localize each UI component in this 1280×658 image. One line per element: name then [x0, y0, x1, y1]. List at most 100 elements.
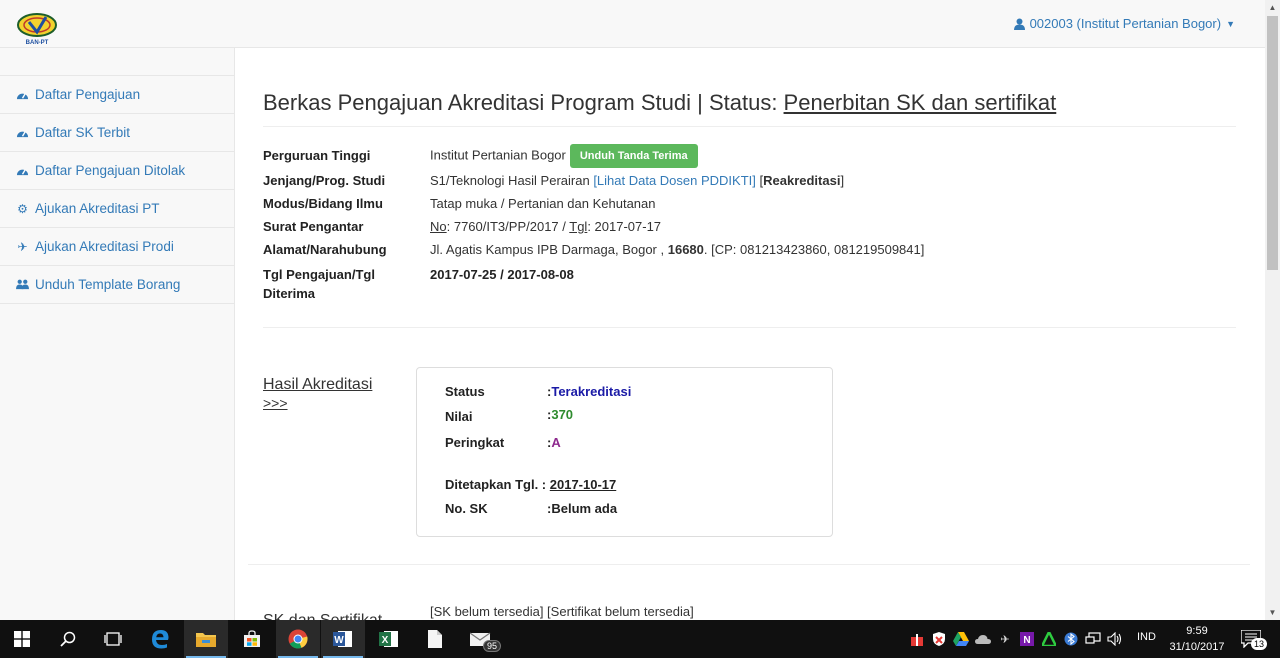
info-value: S1/Teknologi Hasil Perairan [Lihat Data …	[430, 173, 844, 188]
info-row-modus: Modus/Bidang Ilmu Tatap muka / Pertanian…	[263, 192, 1237, 215]
clock-date: 31/10/2017	[1169, 641, 1225, 653]
ban-pt-logo[interactable]: BAN-PT	[16, 12, 58, 46]
excel-taskbar-button[interactable]: X	[367, 620, 411, 658]
divider	[263, 327, 1236, 328]
gift-icon[interactable]	[908, 630, 926, 648]
word-taskbar-button[interactable]: W	[321, 620, 365, 658]
sidebar-item-label: Ajukan Akreditasi Prodi	[35, 239, 174, 254]
svg-text:X: X	[382, 635, 389, 646]
vertical-scrollbar[interactable]: ▲ ▼	[1265, 0, 1280, 620]
svg-text:BAN-PT: BAN-PT	[26, 40, 49, 46]
onedrive-icon[interactable]	[974, 630, 992, 648]
user-menu-label: 002003 (Institut Pertanian Bogor)	[1029, 16, 1222, 31]
info-row-alamat: Alamat/Narahubung Jl. Agatis Kampus IPB …	[263, 238, 1237, 261]
users-icon	[16, 279, 29, 290]
notepad-icon	[428, 630, 442, 648]
chrome-taskbar-button[interactable]	[276, 620, 320, 658]
edge-taskbar-button[interactable]	[138, 620, 182, 658]
nilai-value: 370	[551, 407, 574, 422]
info-row-tgl: Tgl Pengajuan/Tgl Diterima 2017-07-25 / …	[263, 265, 1237, 303]
hasil-akreditasi-panel: Status : Terakreditasi Nilai : 370 Perin…	[416, 367, 833, 537]
sidebar-item-label: Unduh Template Borang	[35, 277, 181, 292]
language-indicator[interactable]: IND	[1137, 631, 1156, 643]
peringkat-value: A	[551, 435, 561, 450]
hasil-label: Ditetapkan Tgl. :	[445, 477, 547, 492]
search-icon	[60, 631, 76, 647]
file-explorer-taskbar-button[interactable]	[184, 620, 228, 658]
jenjang-value: S1/Teknologi Hasil Perairan	[430, 173, 594, 188]
divider	[248, 564, 1250, 565]
plane-tray-icon[interactable]: ✈	[996, 630, 1014, 648]
action-center-button[interactable]: 13	[1238, 626, 1268, 652]
info-value: No: 7760/IT3/PP/2017 / Tgl: 2017-07-17	[430, 219, 661, 234]
scroll-thumb[interactable]	[1267, 16, 1278, 270]
alamat-value: Jl. Agatis Kampus IPB Darmaga, Bogor ,	[430, 242, 668, 257]
sidebar-item-daftar-sk-terbit[interactable]: Daftar SK Terbit	[0, 114, 234, 152]
chrome-icon	[288, 629, 308, 649]
sidebar-item-daftar-pengajuan[interactable]: Daftar Pengajuan	[0, 76, 234, 114]
shield-icon[interactable]	[930, 630, 948, 648]
sidebar: Daftar Pengajuan Daftar SK Terbit Daftar…	[0, 48, 235, 620]
user-menu-dropdown[interactable]: 002003 (Institut Pertanian Bogor) ▼	[1013, 16, 1235, 31]
info-row-surat: Surat Pengantar No: 7760/IT3/PP/2017 / T…	[263, 215, 1237, 238]
sidebar-item-label: Daftar Pengajuan Ditolak	[35, 163, 186, 178]
dashboard-icon	[16, 131, 29, 138]
google-drive-icon[interactable]	[952, 630, 970, 648]
system-clock[interactable]: 9:59 31/10/2017	[1166, 623, 1228, 655]
page-title-prefix: Berkas Pengajuan Akreditasi Program Stud…	[263, 90, 784, 115]
green-triangle-icon[interactable]	[1040, 630, 1058, 648]
scroll-up-arrow-icon[interactable]: ▲	[1265, 0, 1280, 15]
edge-icon	[152, 630, 169, 649]
hasil-row-nilai: Nilai : 370	[445, 407, 574, 424]
ditetapkan-value: 2017-10-17	[549, 477, 617, 492]
notepad-taskbar-button[interactable]	[413, 620, 457, 658]
bluetooth-icon[interactable]	[1062, 630, 1080, 648]
jenjang-type: Reakreditasi	[763, 173, 841, 188]
hasil-label: No. SK	[445, 501, 488, 516]
alamat-postcode: 16680	[667, 242, 704, 257]
mail-taskbar-button[interactable]: 95	[459, 620, 503, 658]
info-value: 2017-07-25 / 2017-08-08	[430, 267, 574, 282]
store-taskbar-button[interactable]	[230, 620, 274, 658]
hasil-row-ditetapkan: Ditetapkan Tgl. : 2017-10-17	[445, 477, 616, 492]
info-value: Jl. Agatis Kampus IPB Darmaga, Bogor , 1…	[430, 242, 924, 257]
user-icon	[1013, 18, 1025, 30]
word-icon: W	[333, 631, 352, 647]
sidebar-item-ajukan-akreditasi-prodi[interactable]: ✈ Ajukan Akreditasi Prodi	[0, 228, 234, 266]
sidebar-item-unduh-template-borang[interactable]: Unduh Template Borang	[0, 266, 234, 304]
info-row-pt: Perguruan Tinggi Institut Pertanian Bogo…	[263, 142, 1237, 169]
volume-icon[interactable]	[1106, 630, 1124, 648]
download-receipt-button[interactable]: Unduh Tanda Terima	[569, 143, 698, 168]
bracket: ]	[840, 173, 845, 188]
start-button[interactable]	[0, 620, 44, 658]
info-label: Surat Pengantar	[263, 219, 364, 234]
sidebar-item-ajukan-akreditasi-pt[interactable]: ⚙ Ajukan Akreditasi PT	[0, 190, 234, 228]
system-tray: ✈ N	[906, 620, 1126, 658]
hasil-label: Peringkat	[445, 435, 505, 450]
start-icon	[14, 631, 30, 647]
file-explorer-icon	[196, 633, 216, 647]
nosk-value: Belum ada	[551, 501, 618, 516]
scroll-down-arrow-icon[interactable]: ▼	[1265, 605, 1280, 620]
caret-down-icon: ▼	[1226, 18, 1235, 29]
windows-taskbar: W X 95 ✈ N	[0, 620, 1280, 658]
hasil-akreditasi-link[interactable]: Hasil Akreditasi >>>	[263, 376, 372, 412]
sk-sertifikat-value: [SK belum tersedia] [Sertifikat belum te…	[430, 604, 694, 619]
store-icon	[244, 630, 260, 647]
onenote-icon[interactable]: N	[1018, 630, 1036, 648]
dashboard-icon	[16, 93, 29, 100]
sidebar-menu: Daftar Pengajuan Daftar SK Terbit Daftar…	[0, 75, 234, 304]
search-button[interactable]	[46, 620, 90, 658]
sidebar-item-label: Daftar SK Terbit	[35, 125, 131, 140]
hasil-row-nosk: No. SK : Belum ada	[445, 501, 617, 516]
submission-info: Perguruan Tinggi Institut Pertanian Bogo…	[263, 143, 1237, 303]
network-icon[interactable]	[1084, 630, 1102, 648]
info-label: Tgl Pengajuan/Tgl Diterima	[263, 267, 375, 301]
sidebar-item-daftar-pengajuan-ditolak[interactable]: Daftar Pengajuan Ditolak	[0, 152, 234, 190]
surat-tgl-value: : 2017-07-17	[587, 219, 662, 234]
svg-text:N: N	[1023, 635, 1030, 646]
task-view-button[interactable]	[91, 620, 135, 658]
info-row-jenjang: Jenjang/Prog. Studi S1/Teknologi Hasil P…	[263, 169, 1237, 192]
lihat-data-dosen-link[interactable]: [Lihat Data Dosen PDDIKTI]	[593, 173, 756, 188]
surat-no-label: No	[430, 219, 447, 234]
